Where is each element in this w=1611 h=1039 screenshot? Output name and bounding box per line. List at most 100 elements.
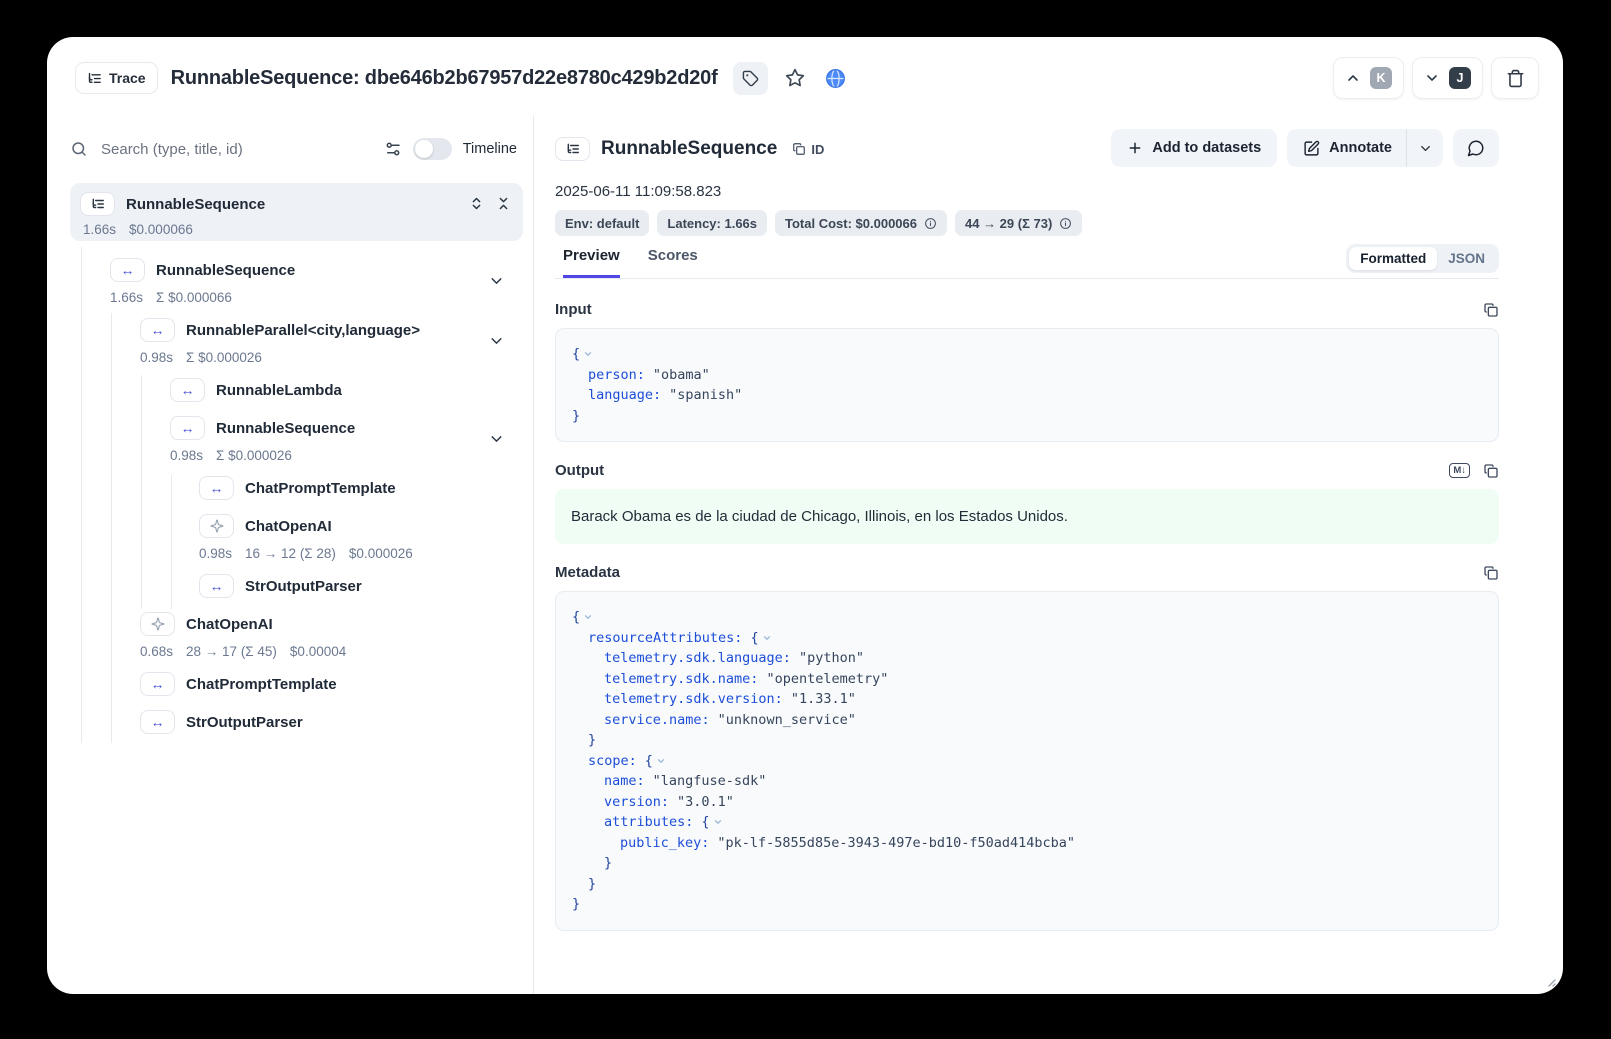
tree-item[interactable]: ↔ ChatPromptTemplate: [70, 669, 523, 699]
tree-item-cost: Σ $0.000026: [186, 350, 262, 365]
tree-item[interactable]: ↔ StrOutputParser: [70, 571, 523, 601]
trace-tree-sidebar: Timeline RunnableSequence: [47, 115, 534, 994]
globe-icon: [825, 68, 846, 89]
info-icon: [924, 217, 937, 230]
pencil-square-icon: [1303, 140, 1320, 157]
next-trace-button[interactable]: J: [1412, 57, 1483, 99]
add-to-datasets-button[interactable]: Add to datasets: [1111, 129, 1277, 167]
timeline-label: Timeline: [463, 141, 517, 157]
input-section: Input { person:"obama" language:"spanish…: [555, 301, 1499, 442]
trace-type-badge: [555, 137, 590, 161]
search-input[interactable]: [99, 140, 373, 159]
annotate-button[interactable]: Annotate: [1287, 129, 1407, 167]
copy-icon[interactable]: [1483, 302, 1499, 318]
tree-item[interactable]: ↔ RunnableLambda: [70, 375, 523, 405]
output-text: Barack Obama es de la ciudad de Chicago,…: [555, 489, 1499, 544]
tab-scores[interactable]: Scores: [648, 247, 698, 278]
bookmark-star-button[interactable]: [781, 64, 809, 92]
comments-button[interactable]: [1453, 129, 1499, 167]
tree-item-label: ChatPromptTemplate: [186, 676, 337, 693]
publish-button[interactable]: [822, 64, 850, 92]
page-title: RunnableSequence: dbe646b2b67957d22e8780…: [171, 67, 718, 90]
chevron-up-icon: [1345, 70, 1361, 86]
collapse-chevron-icon[interactable]: [762, 633, 772, 643]
format-formatted[interactable]: Formatted: [1349, 247, 1437, 270]
collapse-chevron-icon[interactable]: [713, 817, 723, 827]
format-toggle: Formatted JSON: [1346, 244, 1499, 273]
metadata-json-viewer: { resourceAttributes:{ telemetry.sdk.lan…: [555, 591, 1499, 931]
token-usage-badge[interactable]: 44 → 29 (Σ 73): [955, 210, 1082, 236]
collapse-chevron-icon[interactable]: [488, 273, 505, 290]
star-icon: [785, 68, 805, 88]
collapse-all-icon[interactable]: [496, 196, 511, 211]
arrows-left-right-icon: ↔: [181, 383, 195, 397]
tree-item[interactable]: ↔ RunnableParallel<city,language> 0.98s …: [70, 315, 523, 367]
keyboard-shortcut-k: K: [1370, 67, 1392, 89]
span-type-badge: ↔: [140, 318, 175, 342]
resize-grip[interactable]: [1544, 975, 1556, 987]
tree-item[interactable]: ↔ RunnableSequence 0.98s Σ $0.000026: [70, 413, 523, 465]
filter-settings-icon[interactable]: [384, 140, 402, 158]
total-cost-badge[interactable]: Total Cost: $0.000066: [775, 210, 947, 236]
detail-title: RunnableSequence: [601, 138, 777, 160]
chevron-down-icon: [1418, 141, 1433, 156]
tree-item-tokens: 28 → 17 (Σ 45): [186, 644, 277, 659]
generation-type-badge: [140, 612, 175, 636]
tree-item[interactable]: ChatOpenAI 0.68s 28 → 17 (Σ 45) $0.00004: [70, 609, 523, 661]
span-type-badge: ↔: [199, 574, 234, 598]
collapse-chevron-icon[interactable]: [488, 431, 505, 448]
tree-item[interactable]: ↔ ChatPromptTemplate: [70, 473, 523, 503]
span-type-badge: ↔: [170, 416, 205, 440]
tree-item[interactable]: ↔ StrOutputParser: [70, 707, 523, 737]
metadata-section: Metadata { resourceAttributes:{ telemetr…: [555, 564, 1499, 931]
prev-trace-button[interactable]: K: [1333, 57, 1404, 99]
span-type-badge: ↔: [140, 672, 175, 696]
collapse-chevron-icon[interactable]: [583, 612, 593, 622]
span-type-badge: ↔: [110, 258, 145, 282]
input-section-title: Input: [555, 301, 592, 318]
span-tree: RunnableSequence 1.66s $0.000066: [70, 183, 523, 737]
metadata-section-title: Metadata: [555, 564, 620, 581]
collapse-chevron-icon[interactable]: [583, 349, 593, 359]
tree-item-cost: Σ $0.000066: [156, 290, 232, 305]
tree-item-cost: $0.000066: [129, 222, 193, 237]
arrows-left-right-icon: ↔: [151, 323, 165, 337]
id-label: ID: [811, 142, 824, 157]
arrows-left-right-icon: ↔: [210, 481, 224, 495]
tree-item-label: StrOutputParser: [245, 578, 362, 595]
tree-item-label: ChatOpenAI: [186, 616, 273, 633]
tree-item[interactable]: ChatOpenAI 0.98s 16 → 12 (Σ 28) $0.00002…: [70, 511, 523, 563]
search-icon: [70, 140, 88, 158]
markdown-toggle-icon[interactable]: M↓: [1449, 463, 1470, 478]
latency-badge: Latency: 1.66s: [657, 210, 767, 236]
arrows-left-right-icon: ↔: [210, 579, 224, 593]
copy-id-button[interactable]: ID: [792, 142, 824, 157]
detail-tabs-row: Preview Scores Formatted JSON: [555, 244, 1499, 279]
expand-all-icon[interactable]: [469, 196, 484, 211]
arrows-left-right-icon: ↔: [121, 263, 135, 277]
trash-icon: [1506, 69, 1525, 88]
collapse-chevron-icon[interactable]: [488, 333, 505, 350]
delete-trace-button[interactable]: [1491, 57, 1539, 99]
speech-bubble-icon: [1467, 139, 1485, 157]
tree-item-duration: 0.98s: [170, 448, 203, 463]
tree-item-cost: Σ $0.000026: [216, 448, 292, 463]
list-tree-icon: [91, 197, 105, 211]
list-tree-icon: [566, 142, 580, 156]
annotate-dropdown-button[interactable]: [1407, 129, 1443, 167]
tree-item[interactable]: ↔ RunnableSequence 1.66s Σ $0.000066: [70, 255, 523, 307]
tree-item-duration: 0.68s: [140, 644, 173, 659]
format-json[interactable]: JSON: [1437, 247, 1496, 270]
copy-icon[interactable]: [1483, 565, 1499, 581]
trace-timestamp: 2025-06-11 11:09:58.823: [555, 183, 1499, 200]
copy-icon[interactable]: [1483, 463, 1499, 479]
tags-button[interactable]: [733, 62, 768, 95]
trace-type-badge: Trace: [75, 62, 158, 94]
tree-item-label: StrOutputParser: [186, 714, 303, 731]
tree-root-item-selected[interactable]: RunnableSequence 1.66s $0.000066: [70, 183, 523, 241]
collapse-chevron-icon[interactable]: [656, 756, 666, 766]
tab-preview[interactable]: Preview: [563, 247, 620, 278]
app-header: Trace RunnableSequence: dbe646b2b67957d2…: [75, 55, 1539, 101]
timeline-toggle[interactable]: [413, 138, 452, 160]
tree-item-duration: 0.98s: [199, 546, 232, 561]
